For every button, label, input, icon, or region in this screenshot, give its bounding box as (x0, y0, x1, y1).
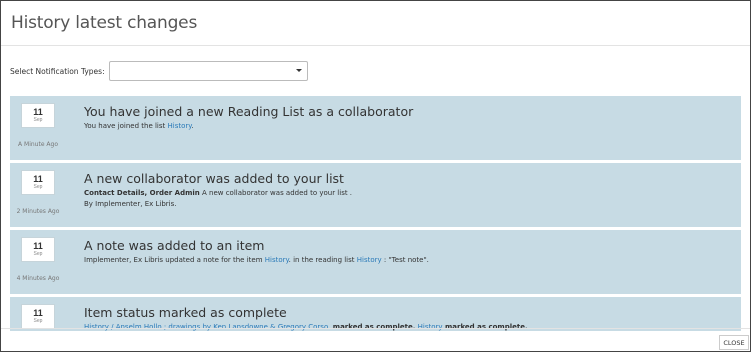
notification-item: 11 Sep Item status marked as complete Hi… (10, 297, 741, 331)
list-link[interactable]: History (168, 122, 192, 130)
notification-list[interactable]: 11 Sep A Minute Ago You have joined a ne… (10, 96, 741, 331)
notification-title: A new collaborator was added to your lis… (84, 171, 344, 186)
date-month: Sep (33, 184, 43, 190)
notification-content: A new collaborator was added to your lis… (84, 171, 733, 210)
time-ago: 4 Minutes Ago (16, 275, 60, 282)
time-ago: 2 Minutes Ago (16, 208, 60, 215)
date-badge: 11 Sep (21, 170, 55, 195)
date-month: Sep (33, 318, 43, 324)
notification-item: 11 Sep 2 Minutes Ago A new collaborator … (10, 163, 741, 227)
date-day: 11 (33, 241, 43, 251)
dialog-footer: CLOSE (1, 328, 750, 351)
date-day: 11 (33, 107, 43, 117)
date-month: Sep (33, 117, 43, 123)
collaborator-name: Contact Details, Order Admin (84, 189, 200, 197)
text-segment: . (191, 122, 194, 130)
history-dialog: History latest changes Select Notificati… (0, 0, 751, 352)
notification-title: Item status marked as complete (84, 305, 287, 320)
dialog-header: History latest changes (1, 1, 750, 46)
dialog-title: History latest changes (11, 13, 198, 33)
notification-byline: By Implementer, Ex Libris. (84, 200, 177, 208)
notification-filter: Select Notification Types: (1, 46, 750, 96)
date-month: Sep (33, 251, 43, 257)
list-link[interactable]: History (357, 256, 382, 264)
notification-content: A note was added to an item Implementer,… (84, 238, 733, 266)
time-ago: A Minute Ago (18, 141, 58, 148)
notification-type-select[interactable] (108, 61, 308, 81)
date-day: 11 (33, 174, 43, 184)
notification-item: 11 Sep 4 Minutes Ago A note was added to… (10, 230, 741, 294)
text-segment: Implementer, Ex Libris updated a note fo… (84, 256, 265, 264)
notification-content: You have joined a new Reading List as a … (84, 104, 733, 132)
notification-text: You have joined the list History. (84, 121, 733, 132)
close-button[interactable]: CLOSE (719, 335, 749, 350)
filter-label: Select Notification Types: (10, 66, 105, 76)
date-badge: 11 Sep (21, 237, 55, 262)
text-segment: . in the reading list (288, 256, 357, 264)
notification-title: A note was added to an item (84, 238, 265, 253)
text-segment: : "Test note". (381, 256, 429, 264)
notification-title: You have joined a new Reading List as a … (84, 104, 414, 119)
notification-text: Implementer, Ex Libris updated a note fo… (84, 255, 733, 266)
text-segment: A new collaborator was added to your lis… (199, 189, 353, 197)
date-badge: 11 Sep (21, 103, 55, 128)
item-link[interactable]: History (265, 256, 289, 264)
notification-item: 11 Sep A Minute Ago You have joined a ne… (10, 96, 741, 160)
chevron-down-icon (295, 69, 302, 72)
date-day: 11 (33, 308, 43, 318)
date-badge: 11 Sep (21, 304, 55, 329)
text-segment: You have joined the list (84, 122, 168, 130)
notification-text: Contact Details, Order Admin A new colla… (84, 188, 733, 199)
